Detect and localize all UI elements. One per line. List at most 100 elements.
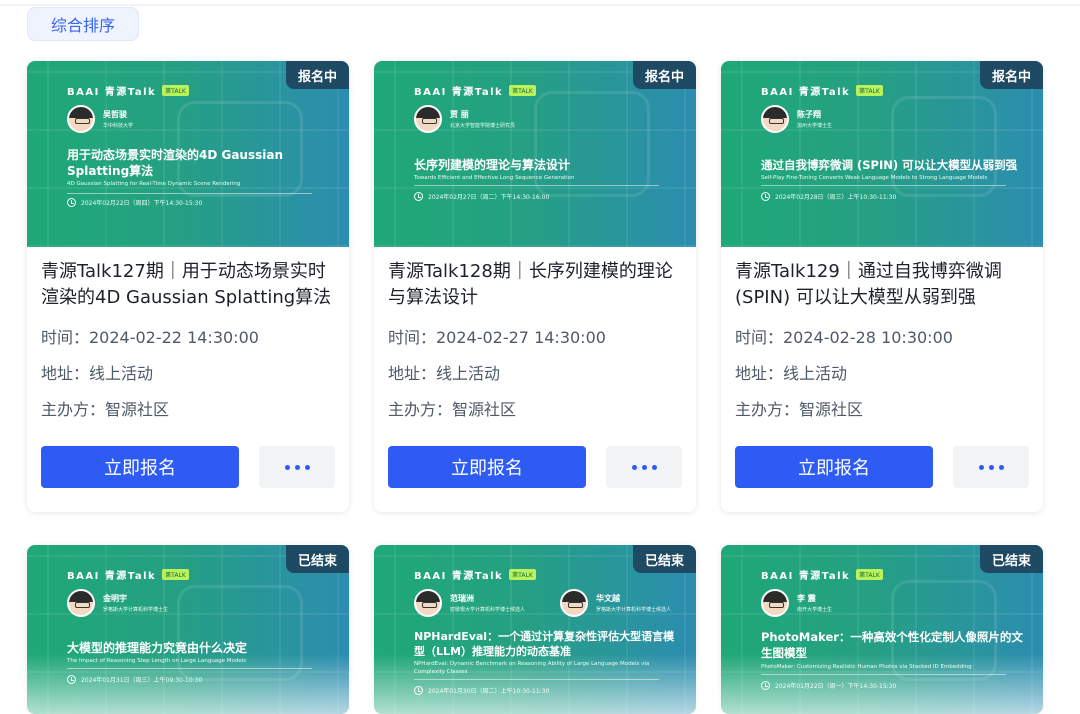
event-banner[interactable]: 已结束 BAAI 青源Talk 第TALK 范瑞洲 密歇根大学计算机科学博士候选… (374, 545, 696, 714)
status-badge: 报名中 (285, 61, 349, 89)
avatar (761, 105, 789, 133)
speaker: 华文越 罗格斯大学计算机科学博士候选人 (560, 589, 671, 617)
more-options-button[interactable] (259, 446, 335, 488)
banner-time: 2024年02月22日（周四）下午14:30-15:30 (67, 198, 202, 207)
banner-subtitle: 4D Gaussian Splatting for Real-Time Dyna… (67, 181, 241, 187)
status-badge: 已结束 (979, 545, 1043, 573)
banner-time: 2024年01月22日（周一）下午14:30-15:30 (761, 681, 896, 690)
speaker: 吴哲骏 华中科技大学 (67, 105, 133, 133)
banner-divider (414, 679, 659, 680)
event-address: 地址：线上活动 (735, 364, 848, 383)
status-badge: 已结束 (285, 545, 349, 573)
brand-logo: BAAI 青源Talk 第TALK (67, 567, 189, 582)
banner-subtitle: Self-Play Fine-Tuning Converts Weak Lang… (761, 175, 988, 181)
more-options-button[interactable] (953, 446, 1029, 488)
avatar (414, 589, 442, 617)
banner-time-text: 2024年01月31日（周三）上午09:30-10:30 (81, 677, 203, 684)
event-address: 地址：线上活动 (388, 364, 501, 383)
event-title[interactable]: 青源Talk128期｜长序列建模的理论与算法设计 (388, 259, 682, 311)
event-organizer: 主办方：智源社区 (388, 400, 517, 419)
banner-title: 用于动态场景实时渲染的4D Gaussian Splatting算法 (67, 148, 284, 178)
register-button[interactable]: 立即报名 (41, 446, 239, 488)
banner-time-text: 2024年01月30日（周二）上午10:30-11:30 (428, 688, 550, 695)
banner-subtitle: The Impact of Reasoning Step Length on L… (67, 658, 247, 664)
speaker-affiliation: 北京大学智能学院博士研究员 (450, 123, 516, 129)
speaker: 贾 丽 北京大学智能学院博士研究员 (414, 105, 515, 133)
banner-title: PhotoMaker：一种高效个性化定制人像照片的文生图模型 (761, 630, 1023, 660)
event-address: 地址：线上活动 (41, 364, 154, 383)
alarm-clock-icon (761, 192, 770, 201)
event-time: 时间：2024-02-22 14:30:00 (41, 328, 259, 347)
brand-logo: BAAI 青源Talk 第TALK (67, 83, 189, 98)
more-dots-icon (631, 464, 637, 470)
speaker: 范瑞洲 密歇根大学计算机科学博士候选人 (414, 589, 525, 617)
banner-title: NPHardEval：一个通过计算复杂性评估大型语言模型（LLM）推理能力的动态… (414, 630, 675, 658)
brand-logo: BAAI 青源Talk 第TALK (761, 83, 883, 98)
event-banner[interactable]: 报名中 BAAI 青源Talk 第TALK 贾 丽 北京大学智能学院博士研究员 … (374, 61, 696, 247)
event-time: 时间：2024-02-27 14:30:00 (388, 328, 606, 347)
speaker-name: 贾 丽 (450, 110, 469, 119)
event-card[interactable]: 报名中 BAAI 青源Talk 第TALK 吴哲骏 华中科技大学 用于动态场景实… (27, 61, 349, 512)
status-badge: 已结束 (632, 545, 696, 573)
brand-name: BAAI 青源Talk (414, 87, 504, 98)
speaker-affiliation: 华中科技大学 (103, 123, 134, 129)
banner-divider (67, 193, 312, 194)
more-options-button[interactable] (606, 446, 682, 488)
alarm-clock-icon (414, 192, 423, 201)
speaker-name: 华文越 (596, 594, 620, 603)
event-card[interactable]: 报名中 BAAI 青源Talk 第TALK 贾 丽 北京大学智能学院博士研究员 … (374, 61, 696, 512)
event-title[interactable]: 青源Talk127期｜用于动态场景实时渲染的4D Gaussian Splatt… (41, 259, 335, 311)
banner-subtitle: NPHardEval: Dynamic Benchmark on Reasoni… (414, 661, 650, 675)
banner-time: 2024年01月31日（周三）上午09:30-10:30 (67, 675, 202, 684)
brand-badge: 第TALK (162, 85, 189, 96)
event-banner[interactable]: 报名中 BAAI 青源Talk 第TALK 吴哲骏 华中科技大学 用于动态场景实… (27, 61, 349, 247)
brand-name: BAAI 青源Talk (67, 571, 157, 582)
banner-time-text: 2024年02月28日（周三）上午10:30-11:30 (775, 194, 897, 201)
sort-tab-comprehensive[interactable]: 综合排序 (27, 7, 139, 41)
brand-name: BAAI 青源Talk (67, 87, 157, 98)
register-button[interactable]: 立即报名 (735, 446, 933, 488)
event-card[interactable]: 报名中 BAAI 青源Talk 第TALK 陈子翔 加州大学博士生 通过自我博弈… (721, 61, 1043, 512)
more-dots-icon (304, 464, 310, 470)
avatar (67, 589, 95, 617)
event-banner[interactable]: 已结束 BAAI 青源Talk 第TALK 李 震 南开大学博士生 PhotoM… (721, 545, 1043, 714)
top-divider (0, 4, 1080, 6)
status-badge: 报名中 (979, 61, 1043, 89)
banner-subtitle: PhotoMaker: Customizing Realistic Human … (761, 664, 972, 670)
banner-divider (414, 185, 659, 186)
speaker-affiliation: 罗格斯大学计算机科学博士生 (103, 607, 169, 613)
banner-title: 通过自我博弈微调 (SPIN) 可以让大模型从弱到强 (761, 158, 1018, 172)
event-banner[interactable]: 报名中 BAAI 青源Talk 第TALK 陈子翔 加州大学博士生 通过自我博弈… (721, 61, 1043, 247)
brand-badge: 第TALK (509, 569, 536, 580)
event-title[interactable]: 青源Talk129｜通过自我博弈微调 (SPIN) 可以让大模型从弱到强 (735, 259, 1029, 311)
speaker: 陈子翔 加州大学博士生 (761, 105, 832, 133)
speaker-affiliation: 加州大学博士生 (797, 123, 833, 129)
brand-badge: 第TALK (509, 85, 536, 96)
brand-name: BAAI 青源Talk (761, 571, 851, 582)
brand-badge: 第TALK (856, 569, 883, 580)
more-dots-icon (284, 464, 290, 470)
avatar (560, 589, 588, 617)
event-banner[interactable]: 已结束 BAAI 青源Talk 第TALK 金明宇 罗格斯大学计算机科学博士生 … (27, 545, 349, 714)
speaker-name: 范瑞洲 (450, 594, 474, 603)
banner-subtitle: Towards Efficient and Effective Long Seq… (414, 175, 575, 181)
more-dots-icon (998, 464, 1004, 470)
register-button[interactable]: 立即报名 (388, 446, 586, 488)
banner-time: 2024年02月28日（周三）上午10:30-11:30 (761, 192, 896, 201)
banner-divider (67, 668, 312, 669)
banner-title: 大模型的推理能力究竟由什么决定 (67, 641, 248, 655)
speaker-affiliation: 南开大学博士生 (797, 607, 833, 613)
avatar (67, 105, 95, 133)
event-organizer: 主办方：智源社区 (41, 400, 170, 419)
banner-time-text: 2024年01月22日（周一）下午14:30-15:30 (775, 683, 897, 690)
brand-badge: 第TALK (162, 569, 189, 580)
speaker-name: 李 震 (797, 594, 816, 603)
brand-badge: 第TALK (856, 85, 883, 96)
event-card[interactable]: 已结束 BAAI 青源Talk 第TALK 金明宇 罗格斯大学计算机科学博士生 … (27, 545, 349, 714)
banner-time-text: 2024年02月27日（周二）下午14:30-16:00 (428, 194, 550, 201)
event-card[interactable]: 已结束 BAAI 青源Talk 第TALK 李 震 南开大学博士生 PhotoM… (721, 545, 1043, 714)
banner-time-text: 2024年02月22日（周四）下午14:30-15:30 (81, 200, 203, 207)
banner-title: 长序列建模的理论与算法设计 (414, 158, 571, 172)
event-time: 时间：2024-02-28 10:30:00 (735, 328, 953, 347)
event-card[interactable]: 已结束 BAAI 青源Talk 第TALK 范瑞洲 密歇根大学计算机科学博士候选… (374, 545, 696, 714)
